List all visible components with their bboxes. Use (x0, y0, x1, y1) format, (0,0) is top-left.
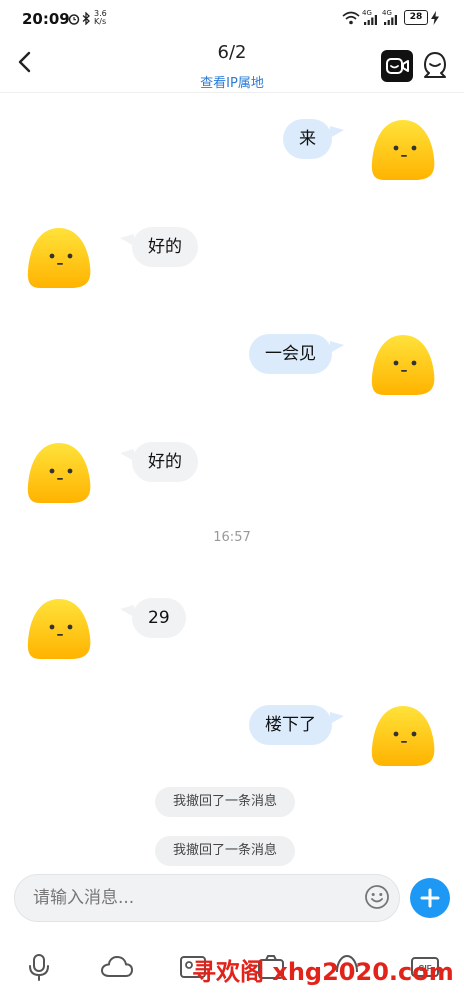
alarm-icon (68, 13, 80, 28)
profile-button[interactable] (421, 50, 449, 80)
wifi-icon (342, 11, 360, 28)
status-time: 20:09 (22, 10, 70, 28)
battery-level: 28 (404, 10, 428, 25)
bubble-tail (330, 341, 344, 353)
video-call-icon (386, 58, 409, 74)
message-bubble-outgoing[interactable]: 来 (283, 119, 332, 159)
signal-icon (364, 15, 378, 28)
message-bubble-outgoing[interactable]: 楼下了 (249, 705, 332, 745)
status-bar: 20:09 3.6 K/s 4G 4G 28 (0, 0, 464, 36)
network-speed: 3.6 K/s (94, 10, 107, 26)
avatar-contact[interactable] (26, 441, 92, 505)
message-bubble-incoming[interactable]: 好的 (132, 227, 198, 267)
bubble-tail (330, 712, 344, 724)
recall-notice: 我撤回了一条消息 (155, 836, 296, 866)
message-bubble-incoming[interactable]: 29 (132, 598, 186, 638)
bubble-tail (330, 126, 344, 138)
microphone-icon (29, 954, 49, 981)
watermark-text: 寻欢阁 xhg2020.com (192, 958, 454, 986)
avatar-self[interactable] (370, 118, 436, 182)
message-bubble-incoming[interactable]: 好的 (132, 442, 198, 482)
network-speed-unit: K/s (94, 17, 107, 26)
avatar-contact[interactable] (26, 226, 92, 290)
message-input[interactable] (31, 887, 355, 909)
recall-notice: 我撤回了一条消息 (155, 787, 296, 817)
avatar-self[interactable] (370, 333, 436, 397)
message-bubble-outgoing[interactable]: 一会见 (249, 334, 332, 374)
avatar-contact[interactable] (26, 597, 92, 661)
video-call-button[interactable] (381, 50, 413, 82)
message-input-container (14, 874, 400, 922)
avatar-self[interactable] (370, 704, 436, 768)
more-actions-button[interactable] (410, 878, 450, 918)
emoji-button[interactable] (364, 884, 390, 910)
voice-button[interactable] (24, 952, 54, 982)
cloud-icon (101, 956, 133, 977)
signal-icon-2 (384, 15, 398, 28)
bluetooth-icon (82, 11, 91, 28)
message-timestamp: 16:57 (213, 530, 251, 545)
charging-icon (431, 11, 439, 28)
profile-icon (424, 52, 446, 78)
cloud-button[interactable] (100, 952, 134, 982)
chat-header: 6/2 查看IP属地 (0, 36, 464, 93)
emoji-icon (365, 885, 389, 909)
plus-icon (420, 888, 440, 908)
